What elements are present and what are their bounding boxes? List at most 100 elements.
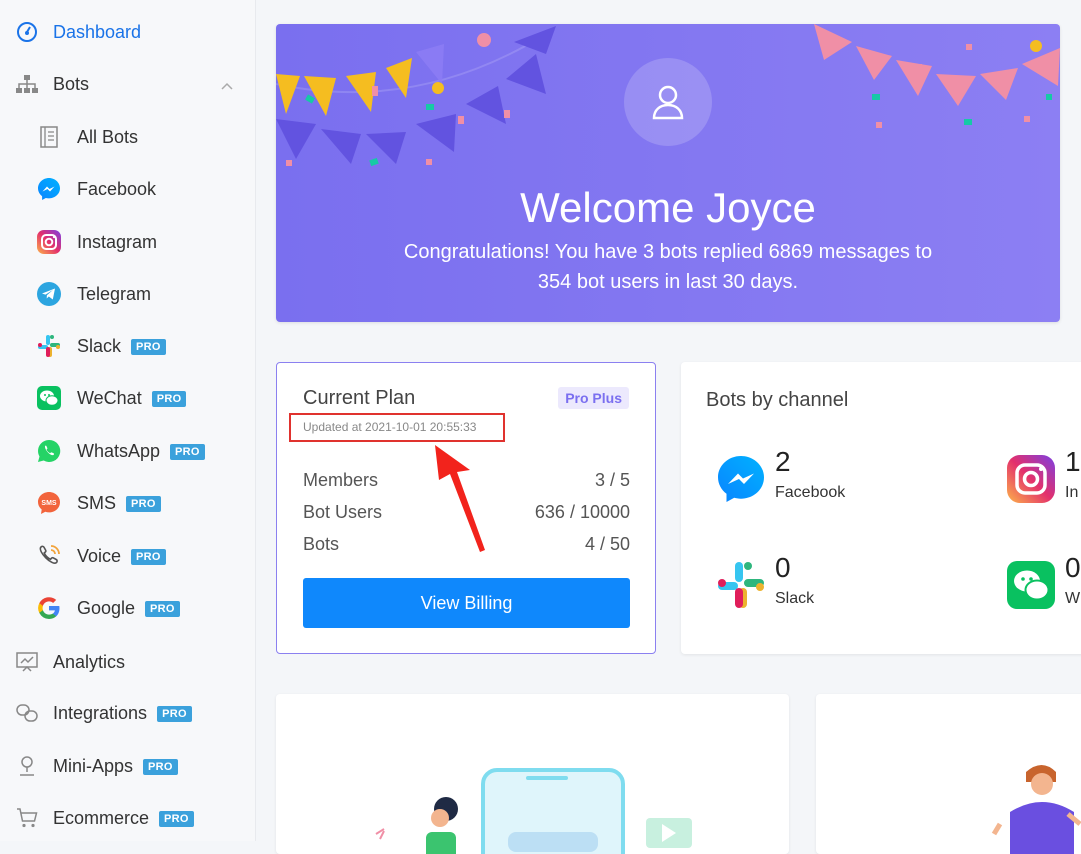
pro-badge: PRO [131,548,166,565]
sidebar-item-label: SMS PRO [77,493,161,514]
sidebar-item-text: Integrations [53,702,148,723]
sidebar-item-voice[interactable]: Voice PRO [0,534,256,578]
sidebar-item-label: Google PRO [77,598,180,619]
welcome-summary-line: Congratulations! You have 3 bots replied… [403,241,933,263]
sms-icon: SMS [36,490,62,516]
sidebar-item-label: Mini-Apps PRO [53,756,178,777]
pro-badge: PRO [157,705,192,722]
messenger-icon [718,456,764,502]
sidebar-item-text: Slack [77,335,122,356]
wechat-icon [36,385,62,411]
sidebar-item-all-bots[interactable]: All Bots [0,115,256,159]
google-icon [36,595,62,621]
instagram-icon [1007,455,1055,503]
sidebar-item-label: Analytics [53,651,126,672]
sidebar-item-text: Google [77,597,136,618]
plan-row-value: 3 / 5 [594,470,630,490]
channel-count: 0 [775,552,791,583]
messenger-icon [36,176,62,202]
welcome-title: Welcome Joyce [520,184,816,231]
channel-count: 2 [775,446,791,477]
pro-badge: PRO [170,443,205,460]
plan-badge: Pro Plus [558,387,629,409]
sidebar-item-text: Mini-Apps [53,755,134,776]
user-avatar [624,58,712,146]
sidebar-item-telegram[interactable]: Telegram [0,272,256,316]
sidebar-item-integrations[interactable]: Integrations PRO [0,691,256,735]
sidebar-item-google[interactable]: Google PRO [0,586,256,630]
sidebar-item-analytics[interactable]: Analytics [0,640,256,684]
sidebar-item-instagram[interactable]: Instagram [0,220,256,264]
sidebar-item-label: Voice PRO [77,546,166,567]
sidebar-item-wechat[interactable]: WeChat PRO [0,376,256,420]
channel-name: Slack [775,590,815,607]
dashboard-icon [14,19,40,45]
channels-title: Bots by channel [706,389,849,411]
channel-name: W [1065,590,1081,607]
wechat-icon [1007,561,1055,609]
user-icon [652,85,684,120]
sidebar-item-mini-apps[interactable]: Mini-Apps PRO [0,744,256,788]
sidebar-item-bots[interactable]: Bots [0,62,256,106]
whatsapp-icon [36,438,62,464]
sidebar-item-text: Voice [77,545,122,566]
sidebar-item-text: WhatsApp [77,440,161,461]
sitemap-icon [14,71,40,97]
slack-icon [718,562,764,608]
plan-row-label: Members [303,470,379,490]
annotation-arrow-icon [435,445,485,552]
plan-row-value: 4 / 50 [584,534,630,554]
pro-badge: PRO [159,810,194,827]
slack-icon [36,333,62,359]
bots-by-channel-card: Bots by channel 2 Facebook 1 In 0 Slack … [681,362,1081,654]
plan-row-label: Bot Users [303,502,383,522]
mini-apps-icon [14,753,40,779]
welcome-summary: Congratulations! You have 3 bots replied… [276,237,1060,297]
pro-badge: PRO [126,495,161,512]
sidebar-item-label: Bots [53,73,90,94]
instagram-icon [36,229,62,255]
integrations-icon [14,700,40,726]
person-illustration [991,765,1081,854]
sidebar-item-slack[interactable]: Slack PRO [0,324,256,368]
sidebar-item-label: Instagram [77,231,158,252]
svg-text:SMS: SMS [41,500,57,507]
sidebar: Dashboard Bots All Bots Facebook Instagr… [0,0,256,841]
sidebar-item-text: Ecommerce [53,807,150,828]
cart-icon [14,805,40,831]
channel-count: 0 [1065,552,1081,583]
plan-updated-timestamp: Updated at 2021-10-01 20:55:33 [289,413,505,442]
channel-count: 1 [1065,446,1081,477]
plan-title: Current Plan [303,387,416,409]
sidebar-item-dashboard[interactable]: Dashboard [0,10,256,54]
sidebar-item-facebook[interactable]: Facebook [0,167,256,211]
telegram-icon [36,281,62,307]
pro-badge: PRO [151,390,187,407]
chevron-up-icon[interactable] [220,76,234,97]
illustration-card-left [276,694,789,854]
sidebar-item-label: WeChat PRO [77,387,187,409]
sidebar-item-label: Facebook [77,178,157,199]
pro-badge: PRO [143,758,178,775]
sidebar-item-text: SMS [77,492,117,513]
analytics-icon [14,649,40,675]
sidebar-item-label: WhatsApp PRO [77,441,205,462]
sidebar-item-text: WeChat [77,387,142,408]
bot-illustration [375,768,692,854]
pro-badge: PRO [131,338,166,355]
voice-icon [36,543,62,569]
sidebar-item-whatsapp[interactable]: WhatsApp PRO [0,429,256,473]
plan-row-value: 636 / 10000 [534,502,630,522]
sidebar-item-label: Ecommerce PRO [53,808,194,829]
sidebar-item-label: All Bots [77,126,139,147]
sidebar-item-ecommerce[interactable]: Ecommerce PRO [0,796,256,840]
sidebar-item-sms[interactable]: SMS SMS PRO [0,481,256,525]
view-billing-button[interactable]: View Billing [303,578,630,628]
illustration-card-right [816,694,1081,854]
pro-badge: PRO [145,600,180,617]
sidebar-item-label: Slack PRO [77,336,166,357]
sidebar-item-label: Dashboard [53,21,142,42]
sidebar-item-label: Integrations PRO [53,703,192,724]
list-icon [36,124,62,150]
welcome-summary-line: 354 bot users in last 30 days. [537,271,799,293]
